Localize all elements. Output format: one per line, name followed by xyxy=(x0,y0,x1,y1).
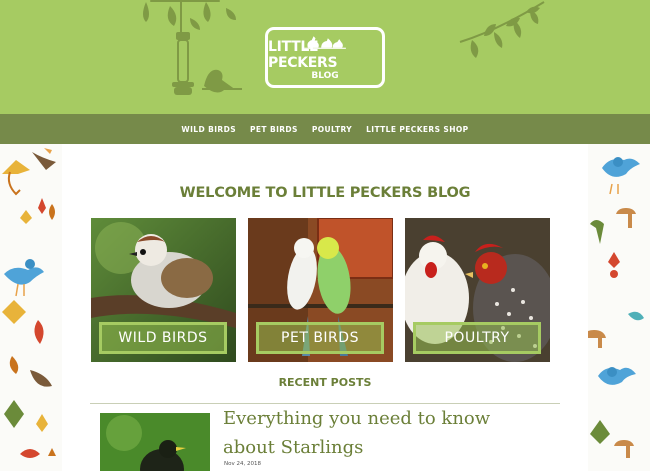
bird-feeder-icon xyxy=(143,0,242,95)
category-label: POULTRY xyxy=(413,322,541,354)
main-nav: WILD BIRDS PET BIRDS POULTRY LITTLE PECK… xyxy=(0,114,650,144)
category-card-poultry[interactable]: POULTRY xyxy=(405,218,550,362)
recent-posts-heading: RECENT POSTS xyxy=(278,376,372,389)
left-pattern xyxy=(0,144,62,471)
nav-item-poultry[interactable]: POULTRY xyxy=(312,125,352,134)
logo-subtitle: BLOG xyxy=(311,71,339,81)
branch-icon xyxy=(459,1,545,58)
nav-item-shop[interactable]: LITTLE PECKERS SHOP xyxy=(366,125,469,134)
post-title[interactable]: Everything you need to know about Starli… xyxy=(223,404,543,462)
right-pattern xyxy=(588,144,650,471)
site-logo[interactable]: LITTLE PECKERS BLOG xyxy=(265,27,385,88)
starling-image xyxy=(100,413,210,471)
page-title: WELCOME TO LITTLE PECKERS BLOG xyxy=(179,185,471,201)
nav-item-wild-birds[interactable]: WILD BIRDS xyxy=(181,125,236,134)
category-label: PET BIRDS xyxy=(256,322,384,354)
category-card-wild-birds[interactable]: WILD BIRDS xyxy=(91,218,236,362)
site-header: LITTLE PECKERS BLOG xyxy=(0,0,650,114)
post-date: Nov 24, 2018 xyxy=(224,461,261,467)
main-content: WELCOME TO LITTLE PECKERS BLOG WILD BIRD… xyxy=(62,144,588,471)
nav-item-pet-birds[interactable]: PET BIRDS xyxy=(250,125,298,134)
leaf-pattern xyxy=(2,148,56,458)
chickens-icon xyxy=(304,36,346,49)
category-label: WILD BIRDS xyxy=(99,322,227,354)
category-card-pet-birds[interactable]: PET BIRDS xyxy=(248,218,393,362)
post-thumbnail[interactable] xyxy=(100,413,210,471)
leaf-pattern xyxy=(588,157,644,458)
